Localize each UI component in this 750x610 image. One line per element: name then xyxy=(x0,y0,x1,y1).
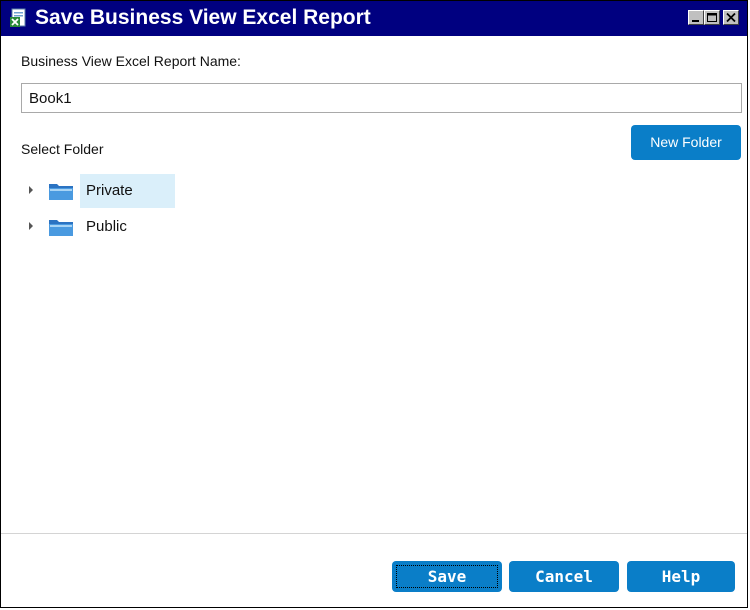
window-title: Save Business View Excel Report xyxy=(35,6,371,29)
maximize-icon xyxy=(707,13,717,22)
tree-item-public[interactable]: Public xyxy=(27,210,187,244)
report-name-input[interactable] xyxy=(21,83,742,113)
folder-icon xyxy=(49,220,73,236)
save-report-dialog: Save Business View Excel Report Business… xyxy=(0,0,748,608)
folder-icon xyxy=(49,184,73,200)
minimize-icon xyxy=(692,20,699,22)
help-button[interactable]: Help xyxy=(627,561,735,592)
maximize-button[interactable] xyxy=(704,10,720,25)
report-name-label: Business View Excel Report Name: xyxy=(21,53,241,69)
save-button[interactable]: Save xyxy=(392,561,502,592)
footer-divider xyxy=(1,533,747,534)
close-button[interactable] xyxy=(723,10,739,25)
cancel-button[interactable]: Cancel xyxy=(509,561,619,592)
expand-arrow-icon[interactable] xyxy=(27,185,35,195)
tree-item-private[interactable]: Private xyxy=(27,174,187,208)
expand-arrow-icon[interactable] xyxy=(27,221,35,231)
minimize-button[interactable] xyxy=(688,10,704,25)
close-icon xyxy=(726,12,736,23)
tree-item-label: Private xyxy=(86,182,133,199)
tree-item-highlight[interactable]: Public xyxy=(80,210,175,244)
tree-item-highlight[interactable]: Private xyxy=(80,174,175,208)
new-folder-button[interactable]: New Folder xyxy=(631,125,741,160)
tree-item-label: Public xyxy=(86,218,127,235)
title-bar[interactable]: Save Business View Excel Report xyxy=(1,1,747,36)
report-app-icon xyxy=(9,8,29,28)
select-folder-label: Select Folder xyxy=(21,141,104,157)
